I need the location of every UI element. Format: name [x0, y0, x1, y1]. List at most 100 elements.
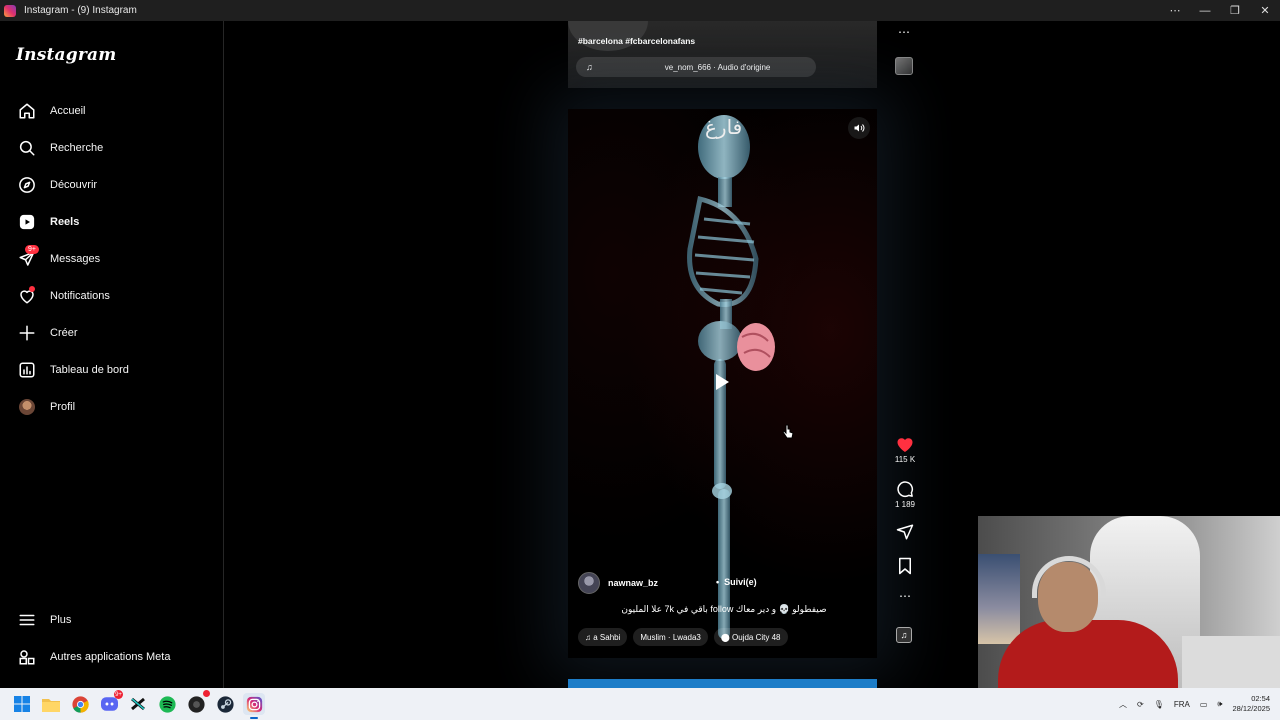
sidebar-item-label: Découvrir — [50, 179, 98, 191]
speaker-icon — [854, 124, 865, 132]
restore-button[interactable]: ❐ — [1220, 0, 1250, 21]
heart-filled-icon[interactable] — [896, 436, 914, 453]
comment-action[interactable]: 1 189 — [892, 480, 918, 509]
steam-icon[interactable] — [214, 693, 236, 715]
instagram-logo[interactable]: Instagram — [16, 45, 116, 65]
sidebar: Instagram Accueil Recherche Découvrir Re… — [0, 21, 224, 688]
location-tag[interactable]: ⬤ Oujda City 48 — [713, 628, 788, 646]
sidebar-item-label: Autres applications Meta — [50, 651, 171, 663]
sidebar-item-profile[interactable]: Profil — [8, 391, 216, 423]
share-action[interactable] — [892, 523, 918, 541]
more-options-icon[interactable]: ⋯ — [895, 25, 913, 39]
windows-start-icon[interactable] — [11, 693, 33, 715]
sidebar-item-label: Recherche — [50, 142, 104, 154]
game-launcher-icon[interactable] — [185, 690, 210, 715]
chevron-up-icon[interactable]: ︿ — [1119, 699, 1127, 710]
sidebar-item-meta-apps[interactable]: Autres applications Meta — [8, 641, 216, 673]
window-titlebar: Instagram - (9) Instagram ⋯ — ❐ ✕ — [0, 0, 1280, 21]
heart-icon — [15, 284, 39, 308]
hand-cursor-icon — [782, 424, 794, 439]
minimize-button[interactable]: — — [1190, 0, 1220, 21]
sound-toggle-button[interactable] — [848, 117, 870, 139]
save-action[interactable] — [892, 557, 918, 575]
sidebar-item-label: Profil — [50, 401, 76, 413]
sidebar-item-search[interactable]: Recherche — [8, 132, 216, 164]
avatar[interactable] — [578, 572, 600, 594]
language-indicator[interactable]: FRA — [1174, 700, 1190, 709]
play-icon[interactable] — [714, 373, 730, 391]
sidebar-item-label: Créer — [50, 327, 78, 339]
game-launcher-badge — [203, 690, 210, 697]
follow-label: Suivi(e) — [724, 577, 757, 587]
share-icon[interactable] — [896, 523, 914, 541]
messages-badge: 9+ — [25, 245, 39, 254]
chrome-icon[interactable] — [69, 693, 91, 715]
comment-count: 1 189 — [894, 500, 916, 509]
instagram-taskbar-icon[interactable] — [243, 693, 265, 719]
previous-reel[interactable]: #barcelona #fcbarcelonafans ♫ ve_nom_666… — [568, 21, 877, 88]
music-note-icon: ♫ — [586, 62, 593, 72]
reel-caption[interactable]: صيفطولو 💀 و دير معاك follow باقي في 7k ع… — [604, 604, 844, 615]
music-tag[interactable]: ♫ a Sahbi — [578, 628, 628, 646]
sidebar-item-more[interactable]: Plus — [8, 604, 216, 636]
sidebar-item-home[interactable]: Accueil — [8, 95, 216, 127]
microphone-icon[interactable]: 🎙︎ — [1154, 700, 1164, 709]
music-title-tag[interactable]: Muslim · Lwada3 — [633, 628, 708, 646]
sidebar-item-label: Notifications — [50, 290, 110, 302]
volume-icon[interactable]: 🕪︎ — [1217, 699, 1222, 709]
clock[interactable]: 02:54 28/12/2025 — [1232, 694, 1270, 714]
discord-icon[interactable]: 9+ — [98, 690, 123, 715]
discord-badge: 9+ — [114, 690, 123, 699]
messages-icon: 9+ — [15, 245, 39, 271]
home-icon — [15, 99, 39, 123]
like-count: 115 K — [894, 455, 916, 464]
sidebar-item-label: Reels — [50, 216, 80, 228]
notification-dot — [29, 286, 35, 292]
avatar — [15, 395, 39, 419]
compass-icon — [15, 173, 39, 197]
reel-author[interactable]: nawnaw_bz — [578, 572, 658, 594]
reel-video[interactable]: فارغ nawnaw_bz • Suivi(e) صيفطولو 💀 و دي… — [568, 109, 877, 658]
poster-image — [978, 554, 1020, 644]
display-icon[interactable]: ▭ — [1200, 700, 1208, 709]
sidebar-item-messages[interactable]: 9+ Messages — [8, 243, 216, 275]
clock-time: 02:54 — [1251, 694, 1270, 703]
more-options-icon[interactable]: ⋯ — [892, 589, 918, 603]
audio-thumbnail[interactable]: ♫ — [896, 627, 912, 643]
clock-date: 28/12/2025 — [1232, 704, 1270, 713]
sidebar-item-explore[interactable]: Découvrir — [8, 169, 216, 201]
plus-icon — [15, 321, 39, 345]
sync-icon[interactable]: ⟳ — [1137, 700, 1144, 709]
audio-thumbnail[interactable] — [895, 57, 913, 75]
window-menu-button[interactable]: ⋯ — [1160, 0, 1190, 21]
instagram-app-icon — [4, 4, 16, 17]
next-reel[interactable] — [568, 679, 877, 688]
music-artist: a Sahbi — [593, 632, 621, 642]
spotify-icon[interactable] — [156, 693, 178, 715]
comment-icon[interactable] — [896, 480, 914, 498]
sidebar-item-reels[interactable]: Reels — [8, 206, 216, 238]
audio-pill[interactable]: ♫ ve_nom_666 · Audio d'origine — [576, 57, 816, 77]
author-username[interactable]: nawnaw_bz — [608, 578, 658, 588]
sidebar-item-label: Plus — [50, 614, 72, 626]
bookmark-icon[interactable] — [897, 557, 913, 575]
menu-icon — [15, 608, 39, 632]
reels-icon — [15, 210, 39, 234]
meta-apps-icon — [15, 645, 39, 669]
overlay-text: فارغ — [705, 115, 743, 139]
system-tray: ︿ ⟳ 🎙︎ FRA ▭ 🕪︎ 02:54 28/12/2025 — [1119, 688, 1270, 720]
person-hoodie — [998, 620, 1178, 688]
file-explorer-icon[interactable] — [40, 693, 62, 715]
reel-hashtags[interactable]: #barcelona #fcbarcelonafans — [578, 36, 695, 46]
close-button[interactable]: ✕ — [1250, 0, 1280, 21]
capcut-icon[interactable] — [127, 693, 149, 715]
window-title: Instagram - (9) Instagram — [24, 5, 137, 16]
sidebar-item-notifications[interactable]: Notifications — [8, 280, 216, 312]
audio-label: ve_nom_666 · Audio d'origine — [664, 62, 771, 72]
sidebar-item-dashboard[interactable]: Tableau de bord — [8, 354, 216, 386]
follow-button[interactable]: • Suivi(e) — [716, 577, 757, 587]
like-action[interactable]: 115 K — [892, 436, 918, 464]
sidebar-item-label: Tableau de bord — [50, 364, 129, 376]
sidebar-item-create[interactable]: Créer — [8, 317, 216, 349]
location-label: Oujda City 48 — [732, 632, 781, 642]
